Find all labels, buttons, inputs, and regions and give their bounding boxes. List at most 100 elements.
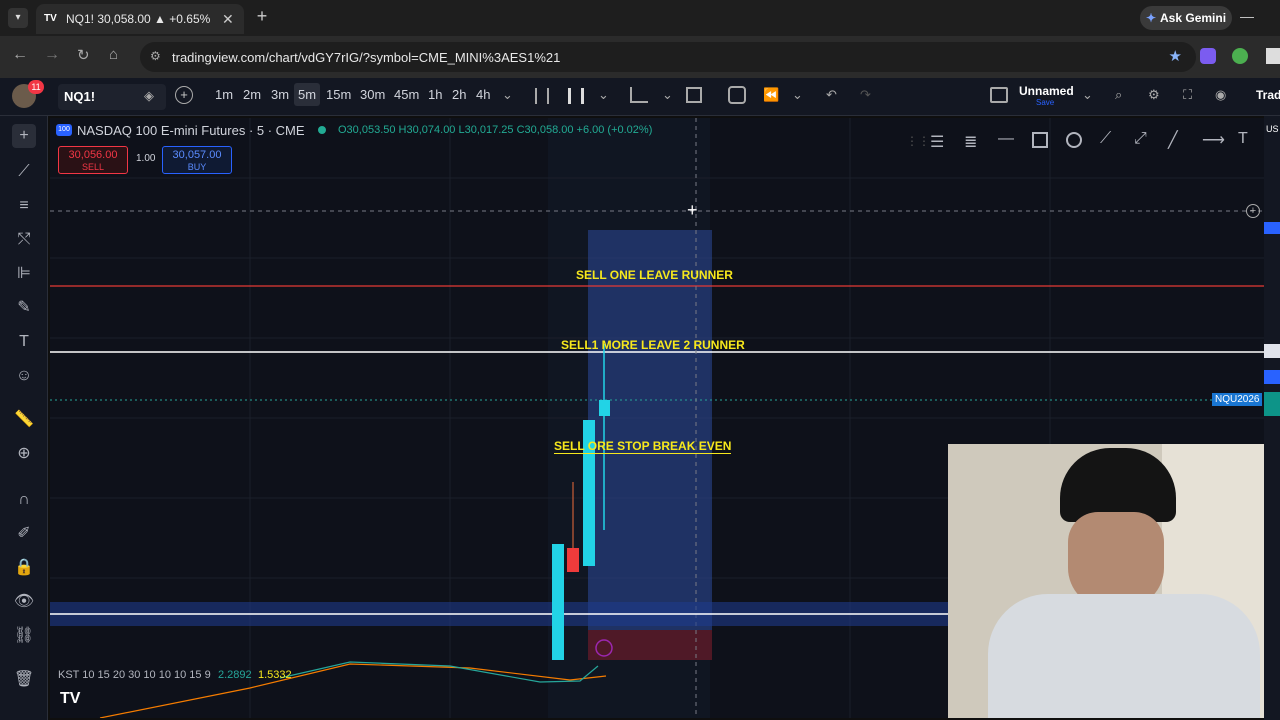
extension-icon[interactable] [1232, 48, 1248, 64]
annotation-sell-one[interactable]: SELL ONE LEAVE RUNNER [576, 268, 733, 282]
settings-icon[interactable]: ⚙ [1148, 87, 1160, 103]
link-icon[interactable]: ⛓ [12, 624, 36, 648]
site-info-icon[interactable]: ⚙ [150, 49, 161, 63]
timeframe-2h[interactable]: 2h [452, 87, 466, 102]
candle [599, 400, 610, 416]
new-tab-icon[interactable]: + [252, 6, 272, 30]
undo-icon[interactable]: ↶ [826, 87, 837, 103]
compare-add-icon[interactable]: + [175, 86, 193, 104]
timeframe-30m[interactable]: 30m [360, 87, 385, 102]
zoom-icon[interactable]: ⊕ [12, 442, 36, 466]
browser-address-bar: ← → ↻ ⌂ ⚙ tradingview.com/chart/vdGY7rIG… [0, 36, 1280, 78]
url-field[interactable]: ⚙ tradingview.com/chart/vdGY7rIG/?symbol… [140, 42, 1196, 72]
layout-panel-icon[interactable] [990, 87, 1008, 103]
candle [552, 544, 564, 660]
timeframe-15m[interactable]: 15m [326, 87, 351, 102]
draw-mode-icon[interactable]: ✐ [12, 522, 36, 546]
bookmark-star-icon[interactable]: ★ [1169, 47, 1182, 65]
tab-list-dropdown-icon[interactable]: ▾ [8, 8, 28, 28]
annotation-stop-break-even[interactable]: SELL ORE STOP BREAK EVEN [554, 439, 732, 454]
timeframe-1m[interactable]: 1m [215, 87, 233, 102]
magnet-icon[interactable]: ∩ [12, 488, 36, 512]
timeframe-45m[interactable]: 45m [394, 87, 419, 102]
redo-icon[interactable]: ↷ [860, 87, 871, 103]
forward-icon[interactable]: → [44, 46, 62, 66]
prediction-icon[interactable]: ⊫ [12, 262, 36, 286]
fullscreen-icon[interactable]: ⛶ [1183, 87, 1192, 103]
timeframe-3m[interactable]: 3m [271, 87, 289, 102]
alert-icon[interactable] [728, 86, 746, 104]
indicators-dropdown-icon[interactable]: ⌄ [662, 87, 673, 103]
text-tool-icon[interactable]: T [1238, 130, 1248, 148]
brush-icon[interactable]: ✎ [12, 296, 36, 320]
ask-gemini-label: Ask Gemini [1160, 11, 1227, 25]
indicators-icon[interactable] [630, 87, 648, 103]
minimize-icon[interactable]: — [1240, 8, 1256, 24]
indicator-name[interactable]: KST 10 15 20 30 10 10 10 15 9 [58, 669, 211, 681]
replay-icon[interactable]: ⏪ [763, 87, 779, 103]
candles-icon[interactable] [568, 88, 584, 104]
sell-button[interactable]: 30,056.00 SELL [58, 146, 128, 174]
search-icon[interactable]: ⌕ [1115, 87, 1122, 103]
trade-button[interactable]: Trad [1256, 88, 1280, 102]
price-marker [1264, 392, 1280, 416]
layout-name[interactable]: Unnamed [1019, 84, 1074, 98]
crosshair-icon[interactable]: + [12, 124, 36, 148]
replay-dropdown-icon[interactable]: ⌄ [792, 87, 803, 103]
instrument-title[interactable]: NASDAQ 100 E-mini Futures · 5 · CME [77, 123, 305, 138]
emoji-icon[interactable]: ☺ [12, 364, 36, 388]
templates-icon[interactable] [686, 87, 702, 103]
annotation-sell-one-more[interactable]: SELL1 MORE LEAVE 2 RUNNER [561, 338, 745, 352]
diamond-icon: ◈ [144, 88, 154, 103]
indicator-value-2: 1.5332 [258, 669, 292, 681]
ray-icon[interactable]: ⟋ [1100, 130, 1111, 148]
buy-button[interactable]: 30,057.00 BUY [162, 146, 232, 174]
fib-icon[interactable]: ≡ [12, 194, 36, 218]
sell-price: 30,056.00 [68, 149, 118, 161]
price-axis[interactable]: US [1264, 116, 1280, 720]
close-tab-icon[interactable]: ✕ [222, 11, 234, 28]
browser-tab[interactable]: TV NQ1! 30,058.00 ▲ +0.65% Unn ✕ [36, 4, 244, 34]
trash-icon[interactable]: 🗑 [12, 668, 36, 692]
ruler-icon[interactable]: 📏 [12, 408, 36, 432]
arrow-icon[interactable]: ⟶ [1202, 130, 1225, 150]
nq-contract-label: NQU2026 [1212, 393, 1263, 406]
timeframe-1h[interactable]: 1h [428, 87, 442, 102]
ask-gemini-button[interactable]: ✦ Ask Gemini [1140, 6, 1232, 30]
horizontal-line-icon[interactable]: — [998, 130, 1014, 148]
timeframe-2m[interactable]: 2m [243, 87, 261, 102]
channel-icon[interactable]: ≣ [964, 132, 977, 152]
back-icon[interactable]: ← [12, 46, 30, 66]
rectangle-icon[interactable] [1032, 132, 1048, 148]
trendline-icon[interactable]: ⟋ [12, 160, 36, 184]
line-icon[interactable]: ╱ [1168, 130, 1178, 150]
save-label[interactable]: Save [1036, 98, 1054, 107]
pattern-icon[interactable]: ⤲ [12, 228, 36, 252]
layout-dropdown-icon[interactable]: ⌄ [1082, 87, 1093, 103]
symbol-search[interactable]: NQ1! ◈ [58, 84, 166, 110]
path-icon[interactable]: ⤢ [1134, 130, 1147, 148]
candle [567, 548, 579, 572]
notification-badge: 11 [28, 80, 44, 94]
webcam-overlay [948, 444, 1264, 718]
circle-icon[interactable] [1066, 132, 1082, 148]
screenshot-icon[interactable]: ◉ [1215, 87, 1226, 103]
home-icon[interactable]: ⌂ [109, 46, 127, 66]
eye-icon[interactable]: 👁 [12, 590, 36, 614]
quantity-field[interactable]: 1.00 [136, 153, 155, 164]
timeframe-5m-active[interactable]: 5m [294, 83, 321, 106]
chart-pane[interactable]: 100 NASDAQ 100 E-mini Futures · 5 · CME … [50, 118, 1264, 718]
timeframe-dropdown-icon[interactable]: ⌄ [502, 87, 513, 103]
menu-icon[interactable] [1266, 48, 1280, 64]
indicator-value-1: 2.2892 [218, 669, 252, 681]
timeframe-4h[interactable]: 4h [476, 87, 490, 102]
chart-type-dropdown-icon[interactable]: ⌄ [598, 87, 609, 103]
reload-icon[interactable]: ↻ [77, 46, 95, 66]
extension-icon[interactable] [1200, 48, 1216, 64]
text-icon[interactable]: T [12, 330, 36, 354]
lock-icon[interactable]: 🔒 [12, 556, 36, 580]
drag-handle-icon[interactable]: ⋮⋮ [906, 134, 930, 148]
bar-style-icon[interactable] [535, 88, 549, 104]
add-alert-icon[interactable]: + [1246, 204, 1260, 218]
horizontal-lines-icon[interactable]: ☰ [930, 132, 944, 152]
